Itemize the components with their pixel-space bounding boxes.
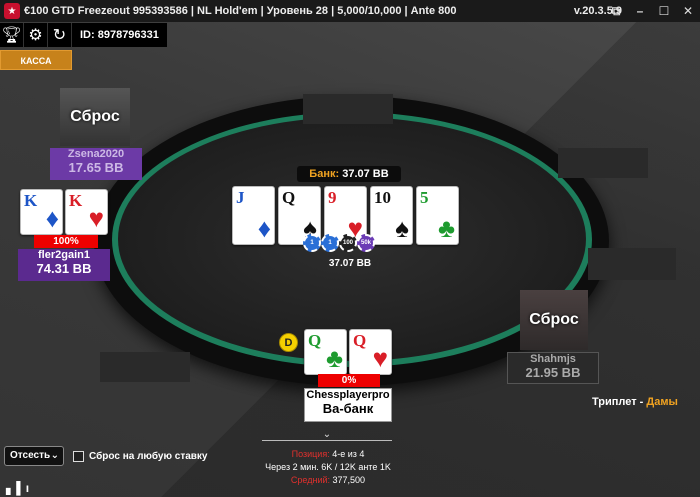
hand-id: ID: 8978796331 [72, 23, 167, 47]
sit-out-label: Отсесть [10, 450, 51, 461]
position-row: Позиция: 4-е из 4 [240, 448, 416, 461]
title-bar: ★ €100 GTD Freezeout 995393586 | NL Hold… [0, 0, 700, 22]
hand-rank: Триплет - Дамы [592, 396, 678, 408]
player-avatar[interactable]: Сброс [520, 290, 588, 350]
card-rank: K [24, 191, 38, 210]
redacted-area [100, 352, 190, 382]
hole-card: K ♥ [65, 189, 108, 235]
divider [262, 440, 392, 441]
pot-display: Банк: 37.07 BB [297, 166, 401, 182]
pokerstars-logo-icon: ★ [4, 3, 20, 19]
redacted-area [588, 248, 676, 280]
hole-card: Q ♣ [304, 329, 347, 375]
average-value: 377,500 [332, 475, 366, 485]
chip: 50k [357, 234, 375, 252]
chevron-down-icon: ⌄ [50, 450, 59, 461]
player-stack: 74.31 BB [36, 261, 92, 276]
redacted-area [558, 148, 648, 178]
diamond-suit-icon: ♦ [257, 213, 271, 243]
card-rank: 10 [374, 188, 391, 207]
board-card: 5 ♣ [416, 186, 459, 245]
window-title: €100 GTD Freezeout 995393586 | NL Hold'e… [24, 5, 457, 17]
player-nameplate[interactable]: fler2gain1 74.31 BB [18, 249, 110, 281]
chip: 1 [303, 234, 321, 252]
hand-rank-value: Дамы [646, 396, 678, 408]
player-name: Shahmjs [530, 353, 576, 365]
position-value: 4-е из 4 [332, 449, 365, 459]
average-row: Средний: 377,500 [240, 474, 416, 487]
next-level: Через 2 мин. 6K / 12K анте 1K [265, 462, 391, 472]
heart-suit-icon: ♥ [372, 343, 388, 373]
card-rank: Q [353, 331, 367, 350]
chevron-down-icon[interactable]: ⌄ [262, 430, 392, 440]
dealer-button: D [279, 333, 298, 352]
card-rank: 5 [420, 188, 429, 207]
player-stack: 21.95 BB [525, 365, 581, 380]
board-card: J ♦ [232, 186, 275, 245]
player-avatar[interactable]: Сброс [60, 88, 130, 146]
player-status: Сброс [529, 311, 579, 328]
card-rank: Q [282, 188, 296, 207]
chip: 100 [339, 234, 357, 252]
trophy-icon[interactable]: 🏆︎ [0, 23, 24, 47]
hole-card: Q ♥ [349, 329, 392, 375]
card-rank: J [236, 188, 245, 207]
player-name: fler2gain1 [38, 249, 90, 261]
redacted-area [303, 94, 393, 124]
fold-any-option[interactable]: Сброс на любую ставку [73, 451, 208, 462]
refresh-icon[interactable]: ↻ [48, 23, 72, 47]
player-hand: K ♦ K ♥ [20, 189, 108, 235]
spade-suit-icon: ♠ [395, 213, 409, 243]
diamond-suit-icon: ♦ [45, 203, 59, 233]
tournament-info: Позиция: 4-е из 4 Через 2 мин. 6K / 12K … [240, 448, 416, 487]
card-rank: 9 [328, 188, 337, 207]
card-rank: Q [308, 331, 322, 350]
fold-any-label: Сброс на любую ставку [89, 451, 208, 462]
position-label: Позиция: [291, 449, 330, 459]
pot-chips: 1 1 100 50k [303, 234, 375, 252]
hand-rank-label: Триплет - [592, 396, 644, 408]
board-card: 10 ♠ [370, 186, 413, 245]
card-rank: K [69, 191, 83, 210]
stats-icon[interactable]: ▖▌ı [6, 481, 30, 495]
equity-badge: 100% [34, 235, 98, 248]
hero-nameplate: Chessplayerpro Ва-банк [304, 388, 392, 422]
gear-icon[interactable]: ⚙ [24, 23, 48, 47]
minimize-icon[interactable]: – [632, 3, 648, 19]
heart-suit-icon: ♥ [88, 203, 104, 233]
player-stack: 17.65 BB [68, 160, 124, 175]
equity-badge: 0% [318, 374, 380, 387]
pot-label: Банк: [309, 168, 340, 180]
fold-any-checkbox[interactable] [73, 451, 84, 462]
sit-out-dropdown[interactable]: Отсесть ⌄ [4, 446, 64, 466]
club-suit-icon: ♣ [325, 343, 343, 373]
player-nameplate[interactable]: Shahmjs 21.95 BB [507, 352, 599, 384]
cashier-button[interactable]: КАССА [0, 50, 72, 70]
hole-card: K ♦ [20, 189, 63, 235]
average-label: Средний: [290, 475, 331, 485]
club-suit-icon: ♣ [437, 213, 455, 243]
hero-hand: Q ♣ Q ♥ [304, 329, 392, 375]
pot-chip-amount: 37.07 BB [328, 258, 372, 269]
player-status: Ва-банк [322, 401, 374, 416]
player-name: Chessplayerpro [306, 389, 390, 401]
maximize-icon[interactable]: ☐ [656, 3, 672, 19]
info-toggle[interactable]: ⌄ [262, 430, 392, 444]
close-icon[interactable]: ✕ [680, 3, 696, 19]
chip: 1 [321, 234, 339, 252]
layout-icon[interactable]: ⧉ [608, 3, 624, 19]
table-toolbar: 🏆︎ ⚙ ↻ ID: 8978796331 [0, 23, 167, 47]
player-nameplate[interactable]: Zsena2020 17.65 BB [50, 148, 142, 180]
player-status: Сброс [70, 108, 120, 125]
pot-value: 37.07 BB [342, 168, 389, 180]
player-name: Zsena2020 [67, 148, 125, 160]
